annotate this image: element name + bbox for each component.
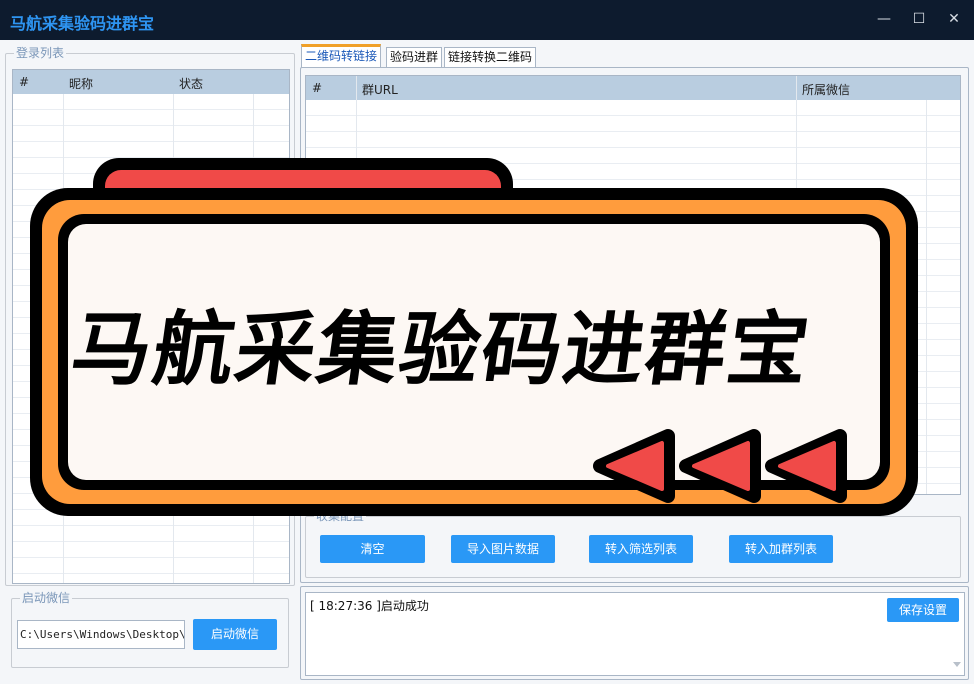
column-header-status[interactable]: 状态 [179, 75, 203, 92]
login-list-label: 登录列表 [14, 46, 67, 60]
move-to-join-list-button[interactable]: 转入加群列表 [729, 535, 833, 563]
save-settings-button[interactable]: 保存设置 [887, 598, 959, 622]
tab-qrcode-to-link[interactable]: 二维码转链接 [301, 44, 382, 68]
maximize-icon[interactable]: ☐ [909, 10, 929, 30]
column-divider [926, 100, 927, 494]
column-header-wechat-account[interactable]: 所属微信 [802, 81, 850, 98]
title-bar: 马航采集验码进群宝 — ☐ ✕ [0, 0, 974, 40]
tab-verify-join[interactable]: 验码进群 [386, 47, 443, 67]
minimize-icon[interactable]: — [874, 10, 894, 30]
log-entry: [ 18:27:36 ]启动成功 [310, 599, 429, 613]
column-header-index[interactable]: # [19, 75, 29, 89]
start-wechat-label: 启动微信 [20, 591, 73, 605]
tab-link-to-qrcode[interactable]: 链接转换二维码 [444, 47, 537, 67]
log-textarea[interactable]: [ 18:27:36 ]启动成功 [305, 592, 965, 676]
column-header-nickname[interactable]: 昵称 [69, 75, 93, 92]
column-header-group-url[interactable]: 群URL [362, 81, 398, 98]
column-header-index[interactable]: # [312, 81, 322, 95]
start-wechat-button[interactable]: 启动微信 [193, 619, 277, 650]
wechat-path-field[interactable]: C:\Users\Windows\Desktop\马航 [17, 620, 185, 649]
collect-config-label: 收集配置 [314, 509, 367, 523]
group-url-table[interactable]: # 群URL 所属微信 [305, 75, 961, 495]
import-image-data-button[interactable]: 导入图片数据 [451, 535, 555, 563]
group-url-rows [306, 100, 960, 494]
column-divider [796, 76, 797, 494]
window-title: 马航采集验码进群宝 [10, 14, 155, 33]
banner-title: 马航采集验码进群宝 [65, 303, 817, 396]
column-divider [356, 76, 357, 494]
move-to-filter-list-button[interactable]: 转入筛选列表 [589, 535, 693, 563]
close-icon[interactable]: ✕ [944, 10, 964, 30]
login-list-header: # 昵称 状态 [13, 70, 289, 94]
scroll-down-icon[interactable] [953, 662, 961, 667]
app-window: 马航采集验码进群宝 — ☐ ✕ 登录列表 # 昵称 状态 启动微信 C:\Use… [0, 0, 974, 684]
group-url-header: # 群URL 所属微信 [306, 76, 960, 100]
column-divider [63, 94, 64, 583]
clear-button[interactable]: 清空 [320, 535, 425, 563]
